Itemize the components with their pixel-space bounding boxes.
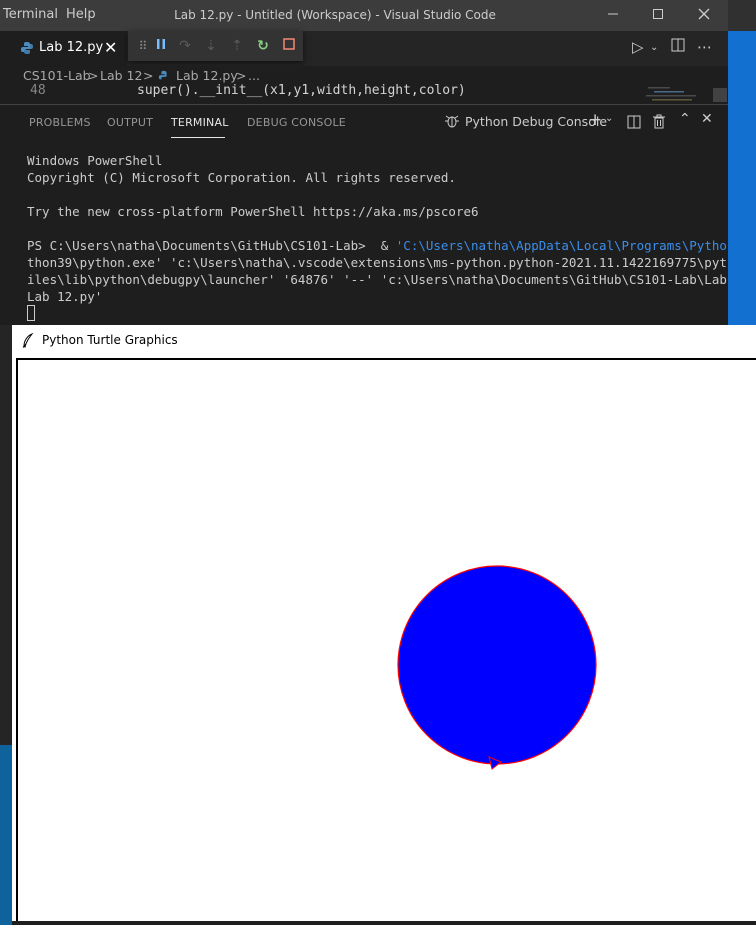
turtle-title-bar[interactable]: Python Turtle Graphics — [12, 325, 756, 356]
editor-scrollbar[interactable] — [713, 88, 727, 102]
terminal-line: Try the new cross-platform PowerShell ht… — [27, 204, 479, 219]
tab-problems[interactable]: PROBLEMS — [29, 116, 91, 129]
terminal-prompt: PS C:\Users\natha\Documents\GitHub\CS101… — [27, 238, 396, 253]
tab-debug-console[interactable]: DEBUG CONSOLE — [247, 116, 346, 129]
pause-button[interactable] — [152, 37, 170, 55]
pause-icon — [157, 39, 165, 49]
debug-toolbar: ⠿ ↷ ⇣ ⇡ ↻ — [128, 31, 303, 61]
more-icon[interactable]: ⋯ — [697, 38, 712, 56]
terminal-command-line: PS C:\Users\natha\Documents\GitHub\CS101… — [27, 237, 756, 254]
stop-icon — [283, 38, 295, 50]
code-line[interactable]: 48 super().__init__(x1,y1,width,height,c… — [0, 84, 640, 98]
turtle-window-title: Python Turtle Graphics — [42, 333, 178, 347]
minimize-button[interactable] — [598, 4, 628, 26]
tab-terminal[interactable]: TERMINAL — [171, 116, 229, 129]
step-over-icon[interactable]: ↷ — [176, 37, 194, 55]
vscode-sidebar-edge — [0, 325, 12, 925]
chevron-right-icon: > — [236, 68, 247, 83]
close-icon[interactable]: ✕ — [104, 38, 117, 57]
chevron-down-icon[interactable]: ⌄ — [650, 42, 658, 53]
minimap[interactable] — [640, 84, 710, 104]
terminal-line: Copyright (C) Microsoft Corporation. All… — [27, 170, 456, 185]
close-icon — [698, 8, 710, 20]
tab-output[interactable]: OUTPUT — [107, 116, 153, 129]
feather-icon — [22, 333, 34, 348]
restart-icon[interactable]: ↻ — [254, 37, 272, 55]
terminal-path: Lab 12.py' — [27, 289, 103, 304]
close-window-button[interactable] — [689, 4, 719, 26]
add-terminal-icon[interactable]: + — [588, 110, 602, 130]
maximize-panel-icon[interactable]: ⌃ — [679, 111, 691, 127]
step-into-icon[interactable]: ⇣ — [202, 37, 220, 55]
turtle-drawing — [397, 565, 597, 770]
terminal-cursor — [27, 305, 35, 321]
active-tab-indicator — [171, 137, 225, 138]
chevron-right-icon: > — [88, 68, 99, 83]
trash-icon[interactable] — [652, 114, 666, 132]
split-editor-icon[interactable] — [671, 38, 685, 56]
blue-circle — [397, 565, 597, 765]
drag-handle-icon[interactable]: ⠿ — [134, 37, 152, 55]
breadcrumb-item-symbol[interactable]: ... — [248, 68, 260, 83]
maximize-icon — [653, 9, 663, 19]
chevron-down-icon[interactable]: ⌄ — [605, 113, 613, 124]
terminal-path: 'C:\Users\natha\AppData\Local\Programs\P… — [395, 238, 756, 253]
turtle-canvas[interactable] — [16, 358, 756, 921]
terminal-path: thon39\python.exe' 'c:\Users\natha\.vsco… — [27, 255, 756, 270]
title-bar: Terminal Help Lab 12.py - Untitled (Work… — [0, 0, 756, 31]
breadcrumb-item-lab12[interactable]: Lab 12 — [100, 68, 142, 83]
bottom-panel: PROBLEMS OUTPUT TERMINAL DEBUG CONSOLE P… — [0, 104, 756, 326]
breadcrumb-item-cs101-lab[interactable]: CS101-Lab — [23, 68, 91, 83]
chevron-right-icon: > — [143, 68, 154, 83]
terminal-path: iles\lib\python\debugpy\launcher' '64876… — [27, 272, 756, 287]
run-icon[interactable]: ▷ — [632, 38, 644, 56]
line-number: 48 — [30, 84, 46, 98]
breadcrumb-item-file[interactable]: Lab 12.py — [176, 68, 238, 83]
terminal-selector[interactable]: Python Debug Console — [465, 114, 607, 129]
minimize-icon — [608, 13, 618, 15]
breadcrumb: CS101-Lab > Lab 12 > Lab 12.py > ... — [0, 66, 756, 86]
stop-button[interactable] — [280, 37, 298, 55]
background-window-edge — [728, 0, 756, 325]
split-terminal-icon[interactable] — [627, 115, 641, 132]
terminal-line: Windows PowerShell — [27, 153, 163, 168]
tab-label: Lab 12.py — [39, 40, 104, 55]
background-window-titlebar — [728, 0, 756, 31]
window-title: Lab 12.py - Untitled (Workspace) - Visua… — [174, 8, 496, 22]
status-accent — [0, 745, 12, 925]
code-text: super().__init__(x1,y1,width,height,colo… — [137, 84, 466, 98]
step-out-icon[interactable]: ⇡ — [228, 37, 246, 55]
bug-icon — [444, 113, 460, 132]
python-file-icon — [158, 70, 167, 80]
turtle-graphics-window: Python Turtle Graphics — [12, 325, 756, 921]
python-file-icon — [21, 42, 33, 54]
close-panel-icon[interactable]: ✕ — [701, 111, 713, 127]
maximize-button[interactable] — [643, 4, 673, 26]
tab-lab12[interactable]: Lab 12.py ✕ — [0, 31, 127, 66]
